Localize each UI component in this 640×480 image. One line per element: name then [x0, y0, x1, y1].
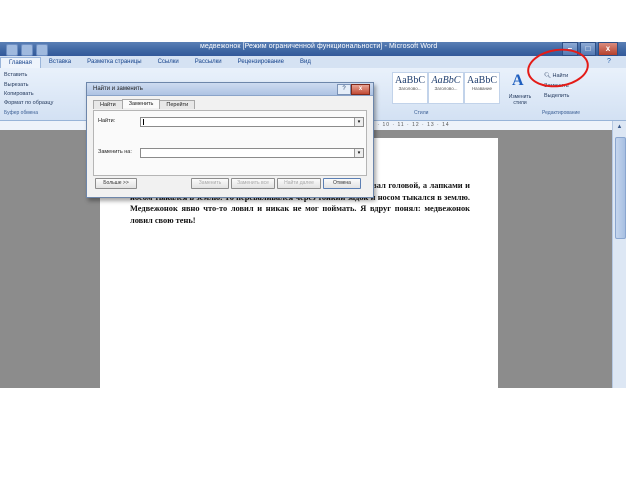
style-heading-2[interactable]: AaBbC Заголово... [428, 72, 464, 104]
style-sample: AaBbC [467, 75, 497, 86]
find-next-button[interactable]: Найти далее [277, 178, 321, 189]
dialog-title: Найти и заменить [93, 86, 143, 92]
help-icon[interactable]: ? [607, 58, 614, 65]
chevron-down-icon[interactable]: ▾ [354, 118, 363, 126]
vertical-scrollbar[interactable]: ▲ [612, 121, 626, 388]
find-label: Найти: [98, 118, 116, 124]
dialog-tabs: Найти Заменить Перейти [93, 99, 196, 109]
tab-references[interactable]: Ссылки [150, 59, 187, 65]
cut-button[interactable]: Вырезать [4, 82, 28, 88]
more-button[interactable]: Больше >> [95, 178, 137, 189]
tab-replace[interactable]: Заменить [121, 99, 161, 108]
replace-label: Заменить на: [98, 149, 132, 155]
undo-icon[interactable] [21, 44, 33, 56]
styles-group-label: Стили [414, 110, 429, 116]
tab-view[interactable]: Вид [292, 59, 319, 65]
tab-insert[interactable]: Вставка [41, 59, 79, 65]
save-icon[interactable] [6, 44, 18, 56]
dialog-title-bar: Найти и заменить ? x [87, 83, 373, 96]
style-heading-1[interactable]: AaBbC Заголово... [392, 72, 428, 104]
style-title[interactable]: AaBbC Название [464, 72, 500, 104]
chevron-down-icon[interactable]: ▾ [354, 149, 363, 157]
title-bar: медвежонок [Режим ограниченной функциона… [0, 42, 626, 56]
select-button[interactable]: Выделить [544, 93, 569, 99]
copy-button[interactable]: Копировать [4, 91, 34, 97]
tab-review[interactable]: Рецензирование [230, 59, 292, 65]
change-styles-button[interactable]: Изменить стили [506, 94, 534, 106]
text-caret [143, 119, 144, 125]
tab-page-layout[interactable]: Разметка страницы [79, 59, 149, 65]
style-sample: AaBbC [431, 75, 461, 86]
cancel-button[interactable]: Отмена [323, 178, 361, 189]
replace-button[interactable]: Заменить [191, 178, 229, 189]
tab-goto[interactable]: Перейти [159, 100, 196, 109]
quick-access-toolbar [6, 44, 48, 56]
scroll-up-icon[interactable]: ▲ [615, 123, 624, 131]
tab-find[interactable]: Найти [93, 100, 123, 109]
dialog-help-button[interactable]: ? [337, 84, 351, 95]
window-title: медвежонок [Режим ограниченной функциона… [200, 43, 438, 50]
scroll-thumb[interactable] [615, 137, 626, 239]
find-replace-dialog: Найти и заменить ? x Найти Заменить Пере… [86, 82, 374, 198]
redo-icon[interactable] [36, 44, 48, 56]
editing-group-label: Редактирование [542, 110, 581, 116]
dialog-close-button[interactable]: x [351, 84, 370, 95]
change-styles-icon[interactable]: A [512, 72, 524, 90]
style-name: Заголово... [398, 86, 422, 91]
tab-mailings[interactable]: Рассылки [187, 59, 230, 65]
find-input[interactable]: ▾ [140, 117, 364, 127]
style-sample: AaBbC [395, 75, 425, 86]
dialog-panel: Найти: ▾ Заменить на: ▾ [93, 110, 367, 176]
format-painter-button[interactable]: Формат по образцу [4, 100, 53, 106]
close-button[interactable]: x [598, 42, 618, 56]
replace-all-button[interactable]: Заменить все [231, 178, 275, 189]
clipboard-group-label: Буфер обмена [4, 110, 38, 116]
paste-button[interactable]: Вставить [4, 72, 27, 78]
tab-home[interactable]: Главная [0, 56, 41, 68]
style-name: Название [471, 86, 493, 91]
style-name: Заголово... [434, 86, 458, 91]
replace-input[interactable]: ▾ [140, 148, 364, 158]
